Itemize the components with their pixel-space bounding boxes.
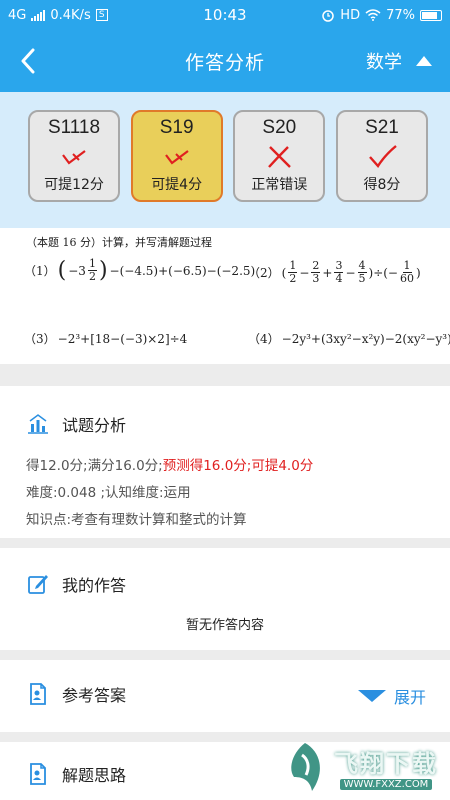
denominator: 60 xyxy=(400,272,414,285)
item-number: （1） xyxy=(24,264,56,278)
triangle-up-icon xyxy=(416,56,432,66)
my-answer-section: 我的作答 暂无作答内容 xyxy=(0,548,450,650)
expand-label: 展开 xyxy=(393,688,426,707)
score-line: 得12.0分;满分16.0分;预测得16.0分;可提4.0分 xyxy=(0,454,450,474)
question-header: （本题 16 分）计算，并写清解题过程 xyxy=(26,236,212,249)
attempt-label: 可提12分 xyxy=(44,177,104,193)
item-number: （4） xyxy=(248,332,280,346)
notification-icon: S xyxy=(95,9,108,21)
operator: )÷(− xyxy=(368,265,398,280)
score-text: 得12.0分;满分16.0分; xyxy=(26,458,163,474)
half-check-icon xyxy=(164,149,189,165)
attempt-label: 得8分 xyxy=(363,177,401,193)
question-content: （本题 16 分）计算，并写清解题过程 （1） ( −3 12 ) −(−4.5… xyxy=(0,228,450,364)
watermark: 飞翔下载 WWW.FXXZ.COM xyxy=(282,738,442,796)
attempt-card-s21[interactable]: S21 得8分 xyxy=(335,110,428,202)
attempt-label: 正常错误 xyxy=(251,177,308,193)
expression: −2y³+(3xy²−x²y)−2(xy²−y³) xyxy=(281,331,450,346)
operator: − xyxy=(345,265,356,280)
cross-icon xyxy=(268,145,292,168)
triangle-down-icon xyxy=(357,690,386,702)
denominator: 4 xyxy=(335,272,343,285)
attempt-code: S20 xyxy=(262,117,297,138)
signal-icon xyxy=(31,9,46,21)
attempt-card-s19[interactable]: S19 可提4分 xyxy=(130,110,223,202)
reference-answer-title: 参考答案 xyxy=(62,686,127,705)
paren: ) xyxy=(416,265,421,280)
subject-label: 数学 xyxy=(366,52,402,73)
page-title: 作答分析 xyxy=(184,51,265,74)
back-button[interactable] xyxy=(14,46,42,76)
paren: ) xyxy=(98,257,108,283)
fraction: 34 xyxy=(334,260,344,285)
attempt-code: S19 xyxy=(159,117,194,138)
my-answer-header: 我的作答 xyxy=(0,548,450,596)
alarm-icon xyxy=(322,10,335,22)
wifi-icon xyxy=(365,9,381,21)
chevron-left-icon xyxy=(21,48,35,74)
paren: ( xyxy=(281,265,287,280)
term: −3 xyxy=(68,263,86,278)
empty-answer-text: 暂无作答内容 xyxy=(185,618,264,633)
battery-percent: 77% xyxy=(386,7,415,23)
denominator: 2 xyxy=(88,270,96,283)
difficulty-line: 难度:0.048 ;认知维度:运用 xyxy=(26,485,191,501)
brand-logo-icon xyxy=(291,743,320,791)
expression: −(−4.5)+(−6.5)−(−2.5) xyxy=(109,263,256,278)
expand-button[interactable]: 展开 xyxy=(357,684,426,708)
analysis-header: 试题分析 xyxy=(0,386,450,436)
network-speed: 0.4K/s xyxy=(50,7,91,23)
document-user-icon xyxy=(30,763,46,785)
subject-selector[interactable]: 数学 xyxy=(366,48,432,74)
attempt-list: S1118 可提12分 S19 可提4分 S20 正常错误 S21 得8分 xyxy=(0,92,450,228)
watermark-url: WWW.FXXZ.COM xyxy=(339,779,433,790)
operator: − xyxy=(299,265,310,280)
network-type: 4G xyxy=(8,7,27,23)
document-user-icon xyxy=(30,683,46,705)
question-item-3: （3） −2³+[18−(−3)×2]÷4 xyxy=(24,330,187,347)
question-item-1: （1） ( −3 12 ) −(−4.5)+(−6.5)−(−2.5) xyxy=(24,258,255,283)
bar-chart-icon xyxy=(28,414,48,434)
fraction: 45 xyxy=(357,260,367,285)
expression: −2³+[18−(−3)×2]÷4 xyxy=(57,331,188,346)
attempt-card-s20[interactable]: S20 正常错误 xyxy=(233,110,326,202)
nav-bar: 作答分析 数学 xyxy=(0,30,450,92)
question-item-4: （4） −2y³+(3xy²−x²y)−2(xy²−y³) xyxy=(248,330,450,347)
item-number: （3） xyxy=(24,332,56,346)
half-check-icon xyxy=(62,149,86,165)
hd-badge: HD xyxy=(340,7,361,23)
reference-answer-section[interactable]: 参考答案 展开 xyxy=(0,660,450,732)
fraction: 12 xyxy=(87,258,97,283)
knowledge-line: 知识点:考查有理数计算和整式的计算 xyxy=(26,512,247,528)
attempt-card-s1118[interactable]: S1118 可提12分 xyxy=(28,110,120,202)
paren: ( xyxy=(57,257,67,283)
analysis-title: 试题分析 xyxy=(62,416,127,435)
battery-icon xyxy=(420,9,442,21)
solution-title: 解题思路 xyxy=(62,766,127,785)
status-bar: 4G 0.4K/s S 10:43 HD 77% xyxy=(0,0,450,30)
edit-icon xyxy=(28,575,48,594)
watermark-brand: 飞翔下载 xyxy=(334,750,438,778)
attempt-code: S21 xyxy=(365,117,399,138)
check-icon xyxy=(369,144,397,168)
attempt-code: S1118 xyxy=(47,117,101,138)
question-item-2: （2） ( 12 − 23 + 34 − 45 )÷(− 1 60 ) xyxy=(248,260,421,285)
watermark-text: 飞翔下载 WWW.FXXZ.COM xyxy=(334,744,438,790)
my-answer-title: 我的作答 xyxy=(62,576,127,595)
fraction: 23 xyxy=(311,260,321,285)
operator: + xyxy=(322,265,333,280)
denominator: 3 xyxy=(312,272,320,285)
attempt-label: 可提4分 xyxy=(151,177,203,193)
item-number: （2） xyxy=(248,266,280,280)
score-prediction: 预测得16.0分;可提4.0分 xyxy=(162,458,314,474)
denominator: 2 xyxy=(289,272,297,285)
analysis-section: 试题分析 得12.0分;满分16.0分;预测得16.0分;可提4.0分 难度:0… xyxy=(0,386,450,538)
fraction: 12 xyxy=(288,260,298,285)
fraction: 1 60 xyxy=(400,260,414,285)
denominator: 5 xyxy=(358,272,366,285)
